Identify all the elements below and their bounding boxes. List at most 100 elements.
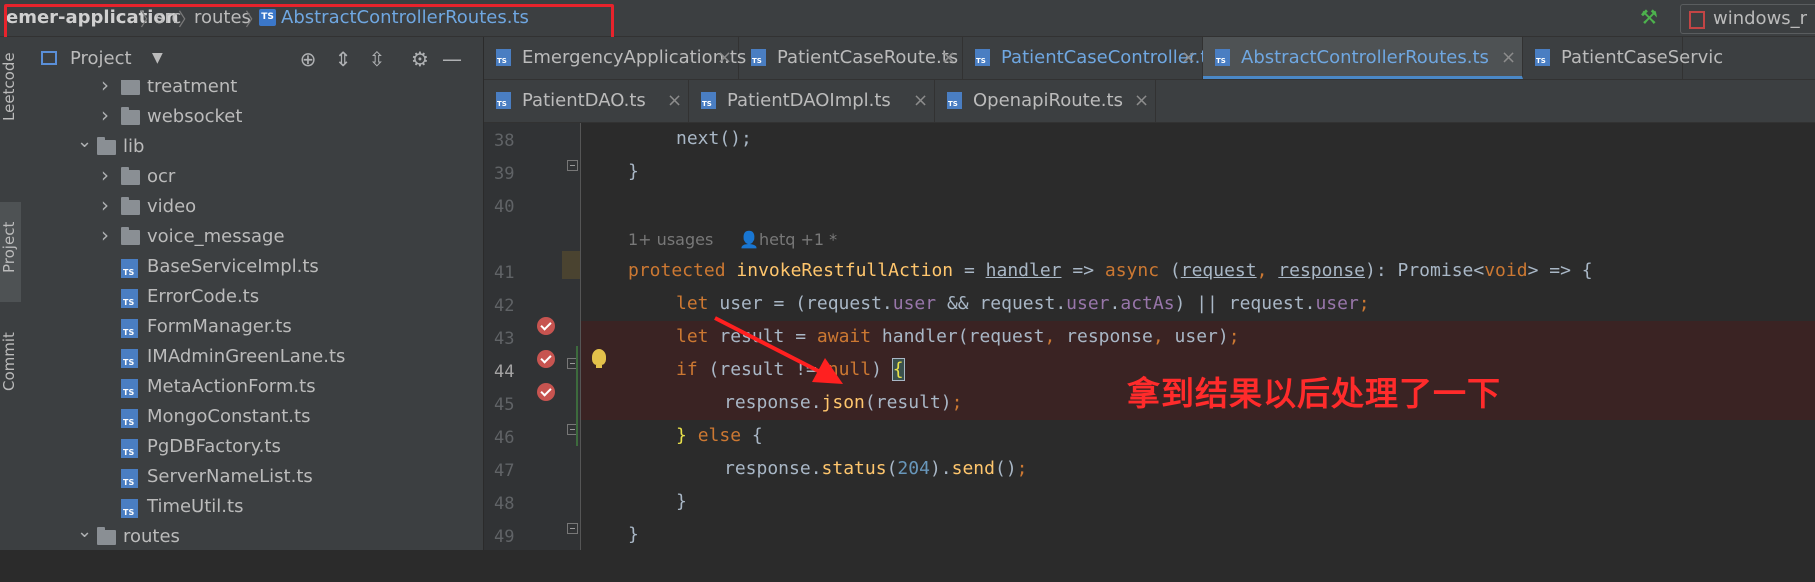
editor-tab[interactable]: TS PatientCaseController.ts × — [963, 37, 1217, 79]
project-panel: Project ▼ ⊕ ⇕ ⇳ ⚙ — › treatment › websocket… — [21, 37, 500, 550]
breakpoint-icon[interactable] — [537, 383, 555, 401]
code-line: } else { — [676, 425, 763, 446]
breakpoint-icon[interactable] — [537, 317, 555, 335]
ts-file-icon: TS — [121, 289, 138, 308]
expand-all-icon[interactable]: ⇕ — [332, 47, 354, 71]
tree-item-label: ocr — [147, 166, 176, 187]
annotation-text: 拿到结果以后处理了一下 — [1127, 374, 1501, 413]
line-number: 39 — [494, 164, 515, 184]
folder-icon — [121, 227, 140, 245]
code-editor[interactable]: next(); } 1+ usages 👤 hetq +1 * protecte… — [581, 123, 1815, 550]
editor-tab[interactable]: TS PatientCaseServic — [1523, 37, 1723, 79]
chevron-down-icon[interactable]: ⌄ — [77, 521, 92, 542]
code-line: response.status(204).send(); — [724, 458, 1028, 479]
collapse-all-icon[interactable]: ⇳ — [366, 47, 388, 71]
ts-file-icon: TS — [121, 439, 138, 458]
minimize-icon[interactable]: — — [441, 47, 463, 71]
tree-folder-row[interactable]: › websocket — [21, 103, 461, 133]
run-config-label: windows_r — [1713, 8, 1808, 29]
line-number: 44 — [494, 362, 515, 382]
editor-tab[interactable]: TS AbstractControllerRoutes.ts × — [1203, 37, 1523, 79]
editor-tabs-row: TS PatientDAO.ts × TS PatientDAOImpl.ts × TS Op… — [484, 80, 1815, 123]
project-panel-title[interactable]: Project — [70, 48, 132, 69]
line-number: 48 — [494, 494, 515, 514]
editor-gutter: 38 39 40 41 42 43 44 45 46 47 48 49 — [484, 123, 581, 550]
fold-icon[interactable] — [567, 160, 578, 171]
tree-file-row[interactable]: TS MetaActionForm.ts — [21, 373, 461, 403]
ts-file-icon: TS — [121, 469, 138, 488]
chevron-right-icon[interactable]: › — [101, 223, 109, 247]
chevron-down-icon[interactable]: ⌄ — [77, 131, 92, 152]
chevron-down-icon[interactable]: ▼ — [152, 50, 163, 66]
tree-folder-row[interactable]: › ocr — [21, 163, 461, 193]
line-number: 42 — [494, 296, 515, 316]
code-lens: 1+ usages 👤 hetq +1 * — [581, 222, 1815, 255]
tree-item-label: MetaActionForm.ts — [147, 376, 316, 397]
line-number: 40 — [494, 197, 515, 217]
close-icon[interactable]: × — [667, 90, 682, 111]
tree-file-row[interactable]: TS MongoConstant.ts — [21, 403, 461, 433]
ts-file-icon: TS — [121, 379, 138, 398]
tree-item-label: lib — [123, 136, 145, 157]
close-icon[interactable]: × — [913, 90, 928, 111]
close-icon[interactable]: × — [717, 47, 732, 68]
editor-tab[interactable]: TS PatientCaseRoute.ts × — [739, 37, 963, 79]
tree-folder-row[interactable]: ⌄ lib — [21, 131, 461, 163]
close-icon[interactable]: × — [1501, 47, 1516, 68]
close-icon[interactable]: × — [1134, 90, 1149, 111]
tree-file-row[interactable]: TS ServerNameList.ts — [21, 463, 461, 493]
folder-icon — [121, 167, 140, 185]
ts-file-icon: TS — [1535, 49, 1550, 66]
code-line: next(); — [676, 128, 752, 149]
author-hint[interactable]: hetq +1 * — [759, 230, 837, 249]
ts-file-icon: TS — [121, 349, 138, 368]
tree-file-row[interactable]: TS BaseServiceImpl.ts — [21, 253, 461, 283]
ts-file-icon: TS — [701, 92, 716, 109]
editor-tab[interactable]: TS PatientDAOImpl.ts × — [689, 80, 935, 122]
tree-file-row[interactable]: TS IMAdminGreenLane.ts — [21, 343, 461, 373]
ts-file-icon: TS — [496, 92, 511, 109]
folder-icon — [121, 107, 140, 125]
lightbulb-icon[interactable] — [592, 349, 606, 368]
tree-folder-row[interactable]: › treatment — [21, 80, 461, 103]
editor-tab[interactable]: TS OpenapiRoute.ts × — [935, 80, 1156, 122]
tree-folder-row[interactable]: › video — [21, 193, 461, 223]
tree-file-row[interactable]: TS FormManager.ts — [21, 313, 461, 343]
tree-item-label: MongoConstant.ts — [147, 406, 311, 427]
fold-icon[interactable] — [567, 523, 578, 534]
line-number: 47 — [494, 461, 515, 481]
code-line: protected invokeRestfullAction = handler… — [628, 260, 1593, 281]
code-line-breakpoint: let result = await handler(request, resp… — [581, 321, 1815, 354]
tab-commit[interactable]: Commit — [0, 322, 21, 402]
usages-hint[interactable]: 1+ usages — [628, 230, 713, 249]
ts-file-icon: TS — [751, 49, 766, 66]
breakpoint-icon[interactable] — [537, 350, 555, 368]
target-icon[interactable]: ⊕ — [297, 47, 319, 71]
chevron-right-icon[interactable]: › — [101, 80, 109, 97]
gear-icon[interactable]: ⚙ — [409, 47, 431, 71]
editor-tabs-row: TS EmergencyApplication.ts × TS PatientCaseR… — [484, 37, 1815, 80]
code-line: } — [628, 161, 639, 182]
line-number: 41 — [494, 263, 515, 283]
chevron-right-icon[interactable]: › — [101, 193, 109, 217]
editor-tab[interactable]: TS PatientDAO.ts × — [484, 80, 689, 122]
tree-folder-row[interactable]: ⌄ routes — [21, 521, 461, 550]
tree-file-row[interactable]: TS PgDBFactory.ts — [21, 433, 461, 463]
hammer-icon[interactable]: ⚒ — [1635, 5, 1663, 31]
tree-file-row[interactable]: TS TimeUtil.ts — [21, 493, 461, 523]
tab-leetcode[interactable]: Leetcode — [0, 42, 21, 132]
code-line: } — [628, 524, 639, 545]
folder-icon — [121, 197, 140, 215]
project-tree: › treatment › websocket ⌄ lib › ocr › video › voice… — [21, 80, 483, 550]
tree-file-row[interactable]: TS ErrorCode.ts — [21, 283, 461, 313]
chevron-right-icon[interactable]: › — [101, 103, 109, 127]
editor-tab[interactable]: TS EmergencyApplication.ts × — [484, 37, 746, 79]
folder-icon — [97, 137, 116, 155]
run-config-selector[interactable]: windows_r — [1680, 4, 1815, 34]
tree-folder-row[interactable]: › voice_message — [21, 223, 461, 253]
close-icon[interactable]: × — [1181, 47, 1196, 68]
tab-project[interactable]: Project — [0, 207, 21, 287]
close-icon[interactable]: × — [941, 47, 956, 68]
tree-item-label: routes — [123, 526, 180, 547]
chevron-right-icon[interactable]: › — [101, 163, 109, 187]
